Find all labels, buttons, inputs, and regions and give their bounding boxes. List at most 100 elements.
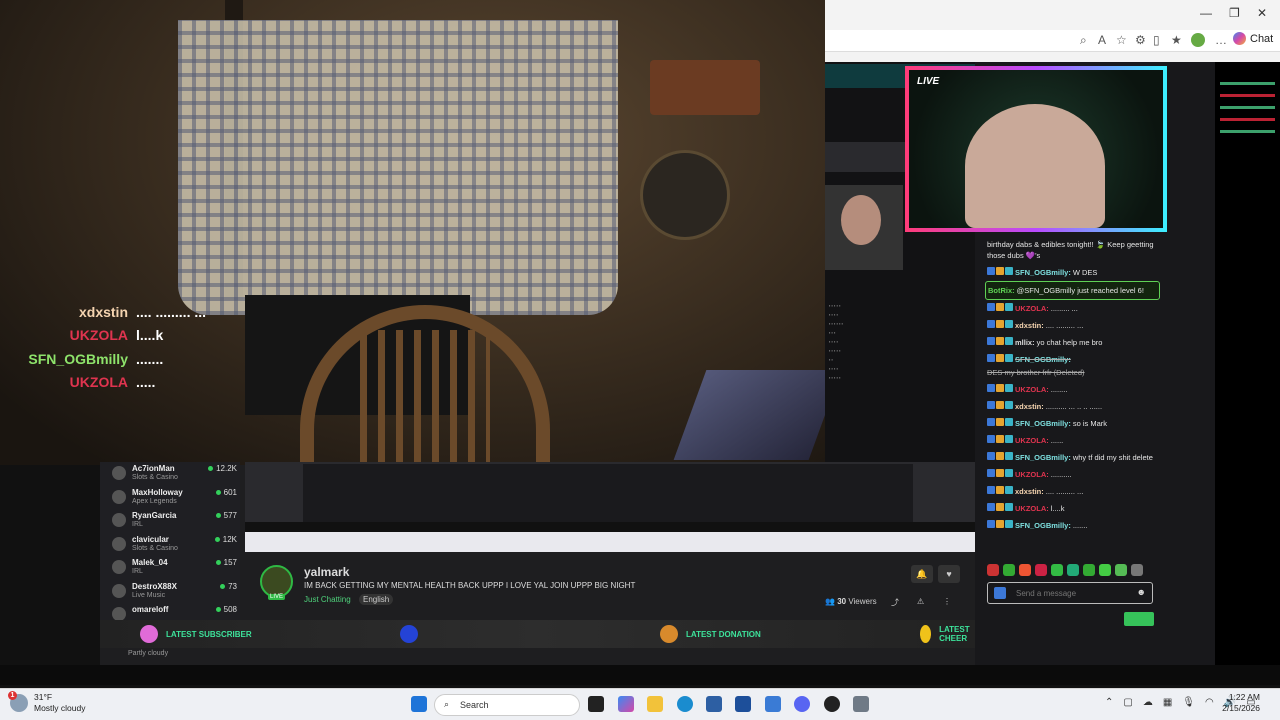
- extensions-icon[interactable]: ⚙: [1135, 33, 1146, 47]
- minimize-icon[interactable]: —: [1200, 6, 1212, 20]
- chat-message: birthday dabs & edibles tonight!! 🍃 Keep…: [985, 234, 1160, 264]
- channel-avatar: [112, 536, 126, 551]
- badge-icon: [996, 418, 1004, 426]
- read-aloud-icon[interactable]: A: [1098, 33, 1106, 47]
- chat-username[interactable]: SFN_OGBmilly:: [1015, 354, 1071, 365]
- channel-name: Ac7ionMan: [132, 464, 175, 473]
- emote-icon[interactable]: [1003, 564, 1015, 576]
- chat-input[interactable]: ☻: [987, 582, 1153, 604]
- sidebar-channel[interactable]: clavicular Slots & Casino 12K: [112, 535, 237, 558]
- chat-username[interactable]: mllix:: [1015, 337, 1035, 348]
- badge-icon: [987, 418, 995, 426]
- chat-settings-icon[interactable]: [994, 587, 1006, 599]
- overlay-chat: xdxstin .... ......... ... UKZOLA l....k SFN…: [20, 300, 220, 394]
- channel-viewers: 601: [215, 488, 237, 497]
- chat-username[interactable]: SFN_OGBmilly:: [1015, 267, 1071, 278]
- channel-name[interactable]: yalmark: [304, 565, 349, 579]
- profile-avatar[interactable]: [1191, 33, 1205, 47]
- badge-icon: [996, 401, 1004, 409]
- emote-icon[interactable]: [1051, 564, 1063, 576]
- chat-message: SFN_OGBmilly: why tf did my shit delete: [985, 449, 1160, 466]
- chat-username[interactable]: UKZOLA:: [1015, 435, 1049, 446]
- store-icon[interactable]: [706, 696, 722, 712]
- second-monitor-strip: [1215, 62, 1280, 685]
- chat-username[interactable]: SFN_OGBmilly:: [1015, 418, 1071, 429]
- emote-icon[interactable]: [1131, 564, 1143, 576]
- sidebar-channel[interactable]: DestroX88X Live Music 73: [112, 582, 237, 605]
- sidebar-channel[interactable]: Ac7ionMan Slots & Casino 12.2K: [112, 464, 237, 487]
- apple-wall-decor: [640, 150, 730, 240]
- chat-username[interactable]: UKZOLA:: [1015, 469, 1049, 480]
- viewer-count: 👥 30 Viewers: [825, 597, 877, 606]
- chat-send-button[interactable]: [1124, 612, 1154, 626]
- badge-icon: [1005, 452, 1013, 460]
- emoji-icon[interactable]: ☻: [1137, 587, 1146, 597]
- restore-icon[interactable]: ❐: [1229, 6, 1240, 20]
- favorites-icon[interactable]: ★: [1171, 33, 1182, 47]
- cloud-icon[interactable]: ☁: [1143, 697, 1153, 708]
- sidebar-channel[interactable]: RyanGarcia IRL 577: [112, 511, 237, 534]
- dropbox-icon[interactable]: [735, 696, 751, 712]
- notification-bell-icon[interactable]: 🔔: [911, 565, 933, 583]
- copilot-chat-button[interactable]: Chat: [1233, 32, 1273, 45]
- report-icon[interactable]: ⚠: [917, 597, 924, 606]
- favorite-star-icon[interactable]: ☆: [1116, 33, 1127, 47]
- file-explorer-icon[interactable]: [647, 696, 663, 712]
- chevron-up-icon[interactable]: ⌃: [1105, 697, 1113, 708]
- obs-icon[interactable]: [824, 696, 840, 712]
- chat-username[interactable]: UKZOLA:: [1015, 303, 1049, 314]
- mail-icon[interactable]: [765, 696, 781, 712]
- taskbar-clock[interactable]: 1:22 AM 2/15/2026: [1222, 692, 1260, 714]
- emote-bar[interactable]: [987, 564, 1157, 578]
- settings-gear-icon[interactable]: [853, 696, 869, 712]
- sidebar-channel[interactable]: MaxHolloway Apex Legends 601: [112, 488, 237, 511]
- close-icon[interactable]: ✕: [1257, 6, 1267, 20]
- emote-icon[interactable]: [1035, 564, 1047, 576]
- chat-username[interactable]: xdxstin:: [1015, 320, 1044, 331]
- user-badges: [987, 469, 1013, 480]
- chat-username[interactable]: SFN_OGBmilly:: [1015, 452, 1071, 463]
- emote-icon[interactable]: [1067, 564, 1079, 576]
- channel-viewers: 12K: [214, 535, 237, 544]
- zoom-icon[interactable]: ⌕: [1080, 33, 1087, 48]
- language-tag[interactable]: English: [359, 594, 394, 605]
- viewer-count: 73: [228, 581, 237, 591]
- emote-icon[interactable]: [1115, 564, 1127, 576]
- user-badges: [987, 303, 1013, 314]
- follow-heart-icon[interactable]: ♥: [938, 565, 960, 583]
- taskbar-search[interactable]: ⌕ Search: [434, 694, 580, 716]
- weather-widget[interactable]: 1 31°F Mostly cloudy: [8, 691, 86, 714]
- chat-username[interactable]: xdxstin:: [1015, 486, 1044, 497]
- task-view-icon[interactable]: [588, 696, 604, 712]
- nested-bottom-bar: [0, 665, 1280, 685]
- microphone-icon[interactable]: 🎙: [1182, 697, 1195, 708]
- chair-spindles: [360, 330, 490, 465]
- chat-username[interactable]: UKZOLA:: [1015, 384, 1049, 395]
- wifi-icon[interactable]: ◠: [1205, 697, 1214, 708]
- more-icon[interactable]: ⋮: [943, 597, 951, 606]
- split-screen-icon[interactable]: ▯: [1153, 33, 1160, 47]
- stream-category[interactable]: Just Chatting: [304, 595, 351, 604]
- network-tray-icon[interactable]: ▦: [1163, 697, 1172, 708]
- share-icon[interactable]: ⤴: [891, 597, 899, 608]
- more-menu-icon[interactable]: …: [1215, 33, 1227, 47]
- send-message-field[interactable]: [1016, 589, 1136, 598]
- chat-username[interactable]: xdxstin:: [1015, 401, 1044, 412]
- edge-browser-icon[interactable]: [677, 696, 693, 712]
- discord-icon[interactable]: [794, 696, 810, 712]
- sidebar-channel[interactable]: Malek_04 IRL 157: [112, 558, 237, 581]
- windows-start-icon[interactable]: [411, 696, 427, 712]
- face-thumbnail: [841, 195, 881, 245]
- chat-username[interactable]: SFN_OGBmilly:: [1015, 520, 1071, 531]
- chat-username[interactable]: BotRix:: [988, 285, 1015, 296]
- user-badges: [987, 320, 1013, 331]
- emote-icon[interactable]: [1099, 564, 1111, 576]
- emote-icon[interactable]: [1019, 564, 1031, 576]
- tray-app-icon[interactable]: ▢: [1123, 697, 1132, 708]
- chat-username[interactable]: UKZOLA:: [1015, 503, 1049, 514]
- copilot-app-icon[interactable]: [618, 696, 634, 712]
- emote-icon[interactable]: [987, 564, 999, 576]
- viewer-count: 12.2K: [216, 464, 237, 473]
- address-bar[interactable]: [825, 30, 1280, 52]
- emote-icon[interactable]: [1083, 564, 1095, 576]
